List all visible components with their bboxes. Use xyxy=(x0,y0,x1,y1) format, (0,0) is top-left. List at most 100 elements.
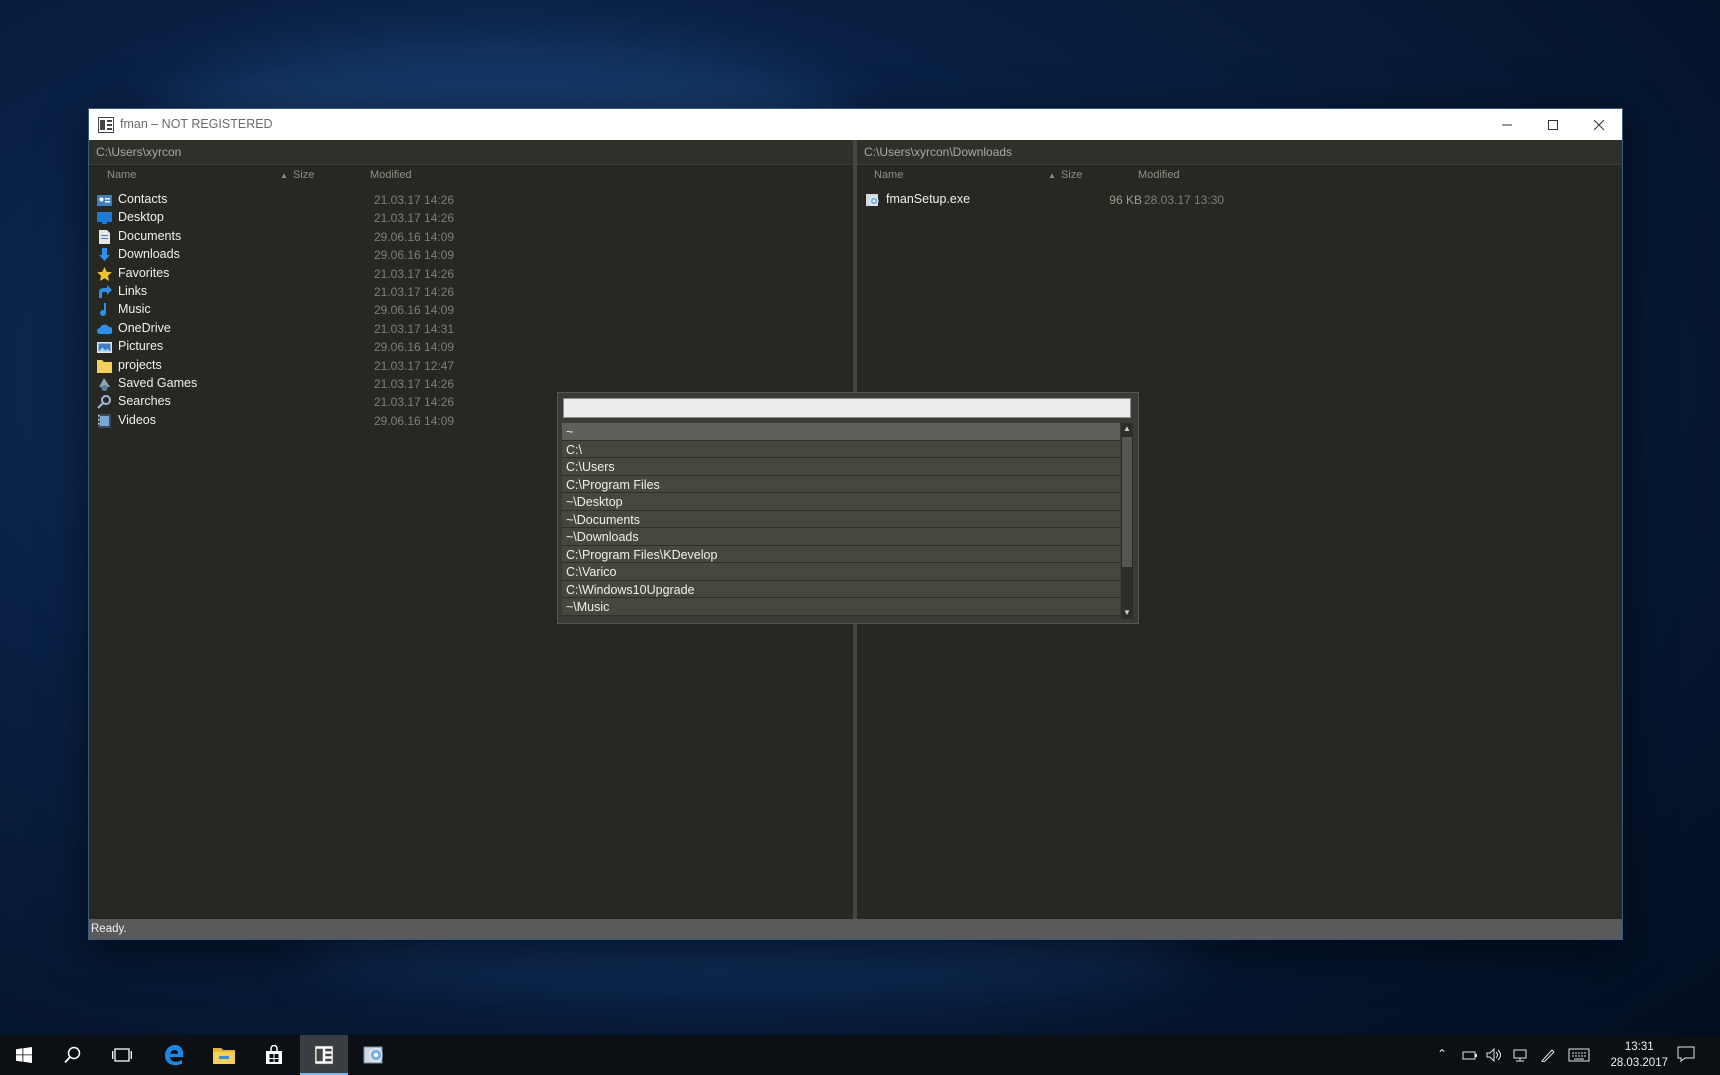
file-name: Videos xyxy=(118,412,156,427)
minimize-button[interactable] xyxy=(1484,109,1530,140)
quick-nav-item[interactable]: C:\Varico xyxy=(562,563,1120,581)
file-modified: 29.06.16 14:09 xyxy=(374,229,455,244)
file-name: OneDrive xyxy=(118,320,171,335)
file-modified: 29.06.16 14:09 xyxy=(374,248,455,263)
file-row[interactable]: Links 21.03.17 14:26 xyxy=(89,283,853,301)
maximize-button[interactable] xyxy=(1530,109,1576,140)
file-name: Saved Games xyxy=(118,376,198,390)
quick-nav-item[interactable]: C:\Windows10Upgrade xyxy=(562,580,1120,598)
file-row[interactable]: Pictures 29.06.16 14:09 xyxy=(89,338,853,356)
show-hidden-icons-chevron-icon[interactable]: ⌃ xyxy=(1437,1047,1447,1061)
fman-app[interactable] xyxy=(300,1035,348,1075)
file-name: Pictures xyxy=(118,339,164,354)
action-center-icon[interactable] xyxy=(1677,1046,1695,1065)
title-bar[interactable]: fman – NOT REGISTERED xyxy=(89,109,1622,140)
network-icon[interactable] xyxy=(1512,1048,1528,1065)
file-modified: 21.03.17 14:26 xyxy=(374,193,455,207)
right-path-bar[interactable]: C:\Users\xyrcon\Downloads xyxy=(857,140,1622,165)
quick-nav-list[interactable]: ~ C:\ C:\Users C:\Program Files ~\Desktop ~\D… xyxy=(562,423,1120,619)
quick-nav-item[interactable]: C:\Program Files\KDevelop xyxy=(562,545,1120,563)
onedrive-icon xyxy=(97,324,112,334)
name-column-header[interactable]: Name xyxy=(874,169,903,181)
file-row[interactable]: Desktop 21.03.17 14:26 xyxy=(89,209,853,227)
favorites-icon xyxy=(97,266,112,281)
tray-network-adapter-icon[interactable] xyxy=(1462,1048,1478,1064)
file-explorer-app[interactable] xyxy=(200,1035,248,1075)
maximize-icon xyxy=(1548,119,1558,130)
status-bar: Ready. xyxy=(89,919,1622,939)
quick-nav-item[interactable]: ~ xyxy=(562,423,1120,441)
file-name: Downloads xyxy=(118,247,180,262)
search-icon xyxy=(64,1046,81,1064)
scroll-up-arrow-icon[interactable]: ▲ xyxy=(1121,423,1133,435)
music-icon xyxy=(100,303,107,317)
file-row[interactable]: Saved Games 21.03.17 14:26 xyxy=(89,375,853,393)
left-path-bar[interactable]: C:\Users\xyrcon xyxy=(89,140,853,165)
file-modified: 21.03.17 14:26 xyxy=(374,377,455,391)
touch-keyboard-icon[interactable] xyxy=(1568,1048,1590,1065)
left-column-header: Name ▲ Size Modified xyxy=(89,165,853,185)
taskbar: ⌃ 13:31 28.03.2017 xyxy=(0,1035,1720,1075)
modified-column-header[interactable]: Modified xyxy=(370,169,412,181)
modified-column-header[interactable]: Modified xyxy=(1138,169,1180,181)
file-name: Links xyxy=(118,284,148,298)
quick-nav-item[interactable]: C:\ xyxy=(562,440,1120,458)
searches-icon xyxy=(97,395,111,410)
file-name: Contacts xyxy=(118,192,168,206)
quick-nav-input[interactable] xyxy=(563,398,1131,418)
file-name: Searches xyxy=(118,394,171,409)
file-row[interactable]: Contacts 21.03.17 14:26 xyxy=(89,191,853,209)
minimize-icon xyxy=(1502,124,1512,125)
right-column-header: Name ▲ Size Modified xyxy=(857,165,1622,185)
size-column-header[interactable]: Size xyxy=(1061,169,1082,181)
file-name: Favorites xyxy=(118,265,170,280)
quick-nav-item[interactable]: ~\Music xyxy=(562,598,1120,616)
quick-nav-item[interactable]: C:\Program Files xyxy=(562,475,1120,493)
links-icon xyxy=(99,285,112,298)
videos-icon xyxy=(98,413,111,428)
installer-app[interactable] xyxy=(350,1035,398,1075)
size-column-header[interactable]: Size xyxy=(293,169,314,181)
file-name: Documents xyxy=(118,228,182,243)
quick-nav-scrollbar[interactable]: ▲ ▼ xyxy=(1121,423,1133,619)
file-row[interactable]: fmanSetup.exe 96 KB 28.03.17 13:30 xyxy=(857,191,1622,209)
edge-app[interactable] xyxy=(150,1035,198,1075)
file-modified: 21.03.17 12:47 xyxy=(374,358,455,373)
scrollbar-thumb[interactable] xyxy=(1122,437,1132,567)
right-path: C:\Users\xyrcon\Downloads xyxy=(864,145,1013,159)
clock-date: 28.03.2017 xyxy=(1610,1057,1668,1069)
volume-icon[interactable] xyxy=(1486,1047,1502,1065)
file-row[interactable]: Documents 29.06.16 14:09 xyxy=(89,228,853,246)
file-row[interactable]: projects 21.03.17 12:47 xyxy=(89,357,853,375)
pictures-icon xyxy=(97,342,112,354)
taskbar-clock[interactable]: 13:31 28.03.2017 xyxy=(1610,1039,1668,1071)
task-view-icon xyxy=(112,1048,132,1062)
store-app[interactable] xyxy=(250,1035,298,1075)
quick-nav-item[interactable]: ~\Downloads xyxy=(562,528,1120,546)
downloads-icon xyxy=(99,248,110,262)
close-icon xyxy=(1594,119,1604,130)
documents-icon xyxy=(99,229,110,244)
file-row[interactable]: Downloads 29.06.16 14:09 xyxy=(89,246,853,264)
folder-icon xyxy=(213,1048,235,1064)
quick-nav-item[interactable]: C:\Users xyxy=(562,458,1120,476)
search-button[interactable] xyxy=(49,1035,97,1075)
file-modified: 28.03.17 13:30 xyxy=(1144,193,1225,207)
start-button[interactable] xyxy=(0,1035,48,1075)
file-row[interactable]: Favorites 21.03.17 14:26 xyxy=(89,265,853,283)
file-row[interactable]: Music 29.06.16 14:09 xyxy=(89,301,853,319)
scroll-down-arrow-icon[interactable]: ▼ xyxy=(1121,607,1133,619)
status-text: Ready. xyxy=(91,923,127,935)
sort-ascending-icon: ▲ xyxy=(280,171,288,180)
file-modified: 29.06.16 14:09 xyxy=(374,340,455,355)
file-size: 96 KB xyxy=(1109,193,1142,207)
name-column-header[interactable]: Name xyxy=(107,169,136,181)
close-button[interactable] xyxy=(1576,109,1622,140)
quick-nav-item[interactable]: ~\Documents xyxy=(562,510,1120,528)
edge-icon xyxy=(165,1045,184,1066)
file-row[interactable]: OneDrive 21.03.17 14:31 xyxy=(89,320,853,338)
quick-nav-item[interactable]: ~\Desktop xyxy=(562,493,1120,511)
sort-ascending-icon: ▲ xyxy=(1048,171,1056,180)
task-view-button[interactable] xyxy=(98,1035,146,1075)
pen-ink-icon[interactable] xyxy=(1540,1048,1556,1065)
